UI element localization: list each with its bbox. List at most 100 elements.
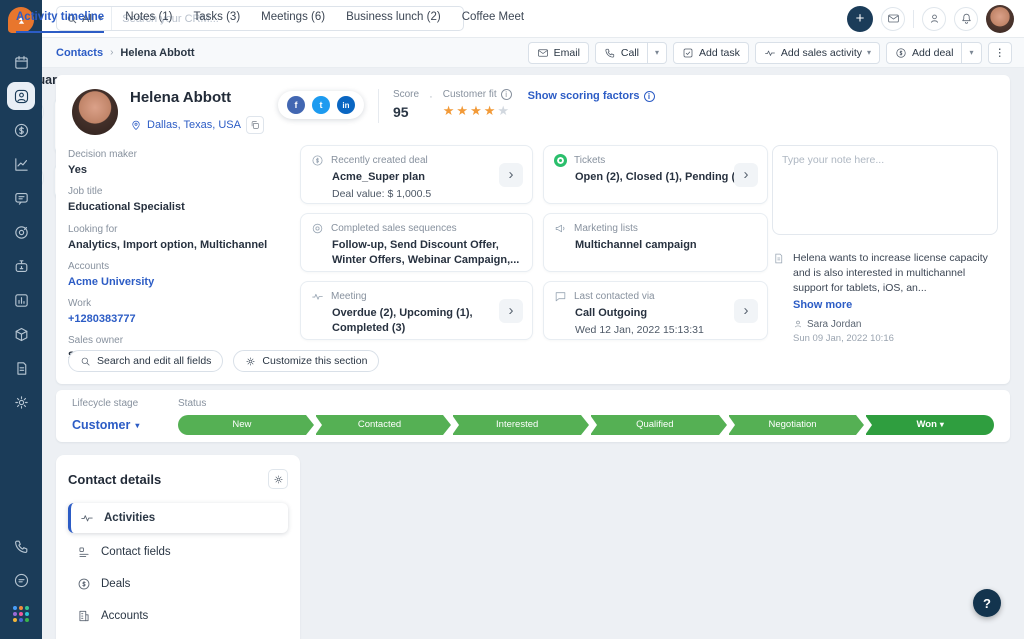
account-link[interactable]: Acme University xyxy=(68,275,296,289)
nav-products[interactable] xyxy=(7,320,35,348)
stage-interested[interactable]: Interested xyxy=(452,415,589,435)
note-item: Helena wants to increase license capacit… xyxy=(772,251,998,344)
twitter-icon[interactable]: t xyxy=(311,96,330,114)
separator-dot: · xyxy=(429,91,433,103)
call-button[interactable]: Call xyxy=(594,41,649,64)
tab-coffee-meet[interactable]: Coffee Meet xyxy=(462,0,524,33)
field-value: Yes xyxy=(68,164,87,176)
show-scoring-factors-link[interactable]: Show scoring factors i xyxy=(528,90,655,102)
last-contacted-card: Last contacted via Call Outgoing Wed 12 … xyxy=(543,281,768,340)
contact-score: Score 95 xyxy=(392,89,420,120)
details-item-accounts[interactable]: Accounts xyxy=(68,602,288,629)
nav-automation[interactable] xyxy=(7,252,35,280)
crm-screen: All ▾ + Contacts › Helena Abbott Email xyxy=(0,0,1024,639)
meeting-card: Meeting Overdue (2), Upcoming (1), Compl… xyxy=(300,281,533,340)
details-item-tickets[interactable]: Tickets xyxy=(68,634,288,639)
show-more-link[interactable]: Show more xyxy=(793,299,998,311)
add-deal-dropdown-button[interactable]: ▾ xyxy=(962,41,982,64)
nav-chat[interactable] xyxy=(7,566,35,594)
add-sales-activity-button[interactable]: Add sales activity ▾ xyxy=(754,41,881,64)
score-value: 95 xyxy=(392,104,409,120)
star-icon: ★ xyxy=(442,103,457,118)
breadcrumb-contacts-link[interactable]: Contacts xyxy=(56,47,103,59)
search-edit-fields-button[interactable]: Search and edit all fields xyxy=(68,350,224,372)
info-icon[interactable]: i xyxy=(500,89,512,100)
facebook-icon[interactable]: f xyxy=(286,96,305,114)
contact-location-link[interactable]: Dallas, Texas, USA xyxy=(147,119,241,131)
speech-bubble-icon xyxy=(555,292,566,302)
note-timestamp: Sun 09 Jan, 2022 10:16 xyxy=(793,332,894,344)
tab-meetings[interactable]: Meetings (6) xyxy=(261,0,325,33)
email-inbox-icon[interactable] xyxy=(881,6,905,31)
divider xyxy=(913,9,914,28)
details-item-deals[interactable]: Deals xyxy=(68,570,288,597)
email-button[interactable]: Email xyxy=(527,41,589,64)
quick-add-button[interactable]: + xyxy=(847,5,873,32)
nav-deals[interactable] xyxy=(7,116,35,144)
more-actions-button[interactable]: ⋮ xyxy=(987,41,1012,64)
top-actions: + xyxy=(847,4,1014,33)
stage-contacted[interactable]: Contacted xyxy=(314,415,451,435)
lifecycle-stage-label: Lifecycle stage xyxy=(72,398,139,409)
open-meetings-button[interactable]: › xyxy=(499,298,523,323)
contact-actions: Email Call ▾ Add task Add sales activity… xyxy=(527,41,1012,64)
stage-negotiation[interactable]: Negotiation xyxy=(727,415,865,435)
lifecycle-stage-dropdown[interactable]: Customer ▾ xyxy=(72,415,178,435)
tab-tasks[interactable]: Tasks (3) xyxy=(194,0,241,33)
open-deal-button[interactable]: › xyxy=(499,162,523,187)
nav-calendar[interactable] xyxy=(7,48,35,76)
customer-fit-stars: ★★★★★ xyxy=(443,103,512,119)
copy-icon[interactable] xyxy=(245,116,264,134)
left-navigation-rail xyxy=(0,0,42,639)
help-button[interactable]: ? xyxy=(973,589,1001,617)
marketing-lists-card: Marketing lists Multichannel campaign xyxy=(543,213,768,272)
tab-activity-timeline[interactable]: Activity timeline xyxy=(16,0,105,33)
note-author: Sara Jordan xyxy=(807,318,862,330)
contact-name: Helena Abbott xyxy=(130,89,232,106)
location-pin-icon xyxy=(132,120,140,131)
tab-notes[interactable]: Notes (1) xyxy=(125,0,172,33)
contact-avatar xyxy=(72,89,118,135)
details-item-activities[interactable]: Activities xyxy=(68,503,288,533)
note-input[interactable] xyxy=(772,145,998,235)
open-conversation-button[interactable]: › xyxy=(734,298,758,323)
nav-documents[interactable] xyxy=(7,354,35,382)
customize-section-button[interactable]: Customize this section xyxy=(233,350,380,372)
apps-switcher-icon[interactable] xyxy=(7,600,35,628)
linkedin-icon[interactable]: in xyxy=(336,96,355,114)
details-settings-gear-icon[interactable] xyxy=(268,469,288,489)
work-phone-link[interactable]: +1280383777 xyxy=(68,312,296,326)
field-value: Educational Specialist xyxy=(68,201,185,214)
add-deal-button[interactable]: Add deal xyxy=(886,41,963,64)
star-icon: ★ xyxy=(456,103,471,118)
status-pipeline: New Contacted Interested Qualified Negot… xyxy=(178,415,995,435)
nav-conversations[interactable] xyxy=(7,184,35,212)
user-avatar[interactable] xyxy=(986,4,1014,33)
call-dropdown-button[interactable]: ▾ xyxy=(648,41,668,64)
contact-details-title: Contact details xyxy=(68,471,162,487)
breadcrumb-separator-icon: › xyxy=(110,47,114,58)
contact-fields-summary: Decision maker Yes Job title Educational S… xyxy=(68,149,296,373)
notifications-bell-icon[interactable] xyxy=(954,6,978,31)
stage-new[interactable]: New xyxy=(178,415,314,435)
lifecycle-stage-section: Lifecycle stage Status Customer ▾ New Con… xyxy=(56,390,1010,442)
breadcrumb-current: Helena Abbott xyxy=(120,46,195,59)
nav-sequences[interactable] xyxy=(7,218,35,246)
social-links: f t in xyxy=(277,91,364,119)
nav-reports[interactable] xyxy=(7,286,35,314)
nav-analytics[interactable] xyxy=(7,150,35,178)
details-item-contact-fields[interactable]: Contact fields xyxy=(68,538,288,565)
nav-phone[interactable] xyxy=(7,532,35,560)
tab-business-lunch[interactable]: Business lunch (2) xyxy=(346,0,441,33)
building-icon xyxy=(79,610,89,621)
assistant-icon[interactable] xyxy=(922,6,946,31)
open-tickets-button[interactable]: › xyxy=(734,162,758,187)
nav-settings[interactable] xyxy=(7,388,35,416)
deal-icon xyxy=(312,155,323,166)
tickets-card: Tickets Open (2), Closed (1), Pending (1… xyxy=(543,145,768,204)
stage-won-dropdown[interactable]: Won ▾ xyxy=(865,415,995,435)
contact-details-panel: Contact details Activities Contact field… xyxy=(56,455,300,639)
add-task-button[interactable]: Add task xyxy=(673,41,749,64)
nav-contacts[interactable] xyxy=(7,82,35,110)
stage-qualified[interactable]: Qualified xyxy=(590,415,727,435)
